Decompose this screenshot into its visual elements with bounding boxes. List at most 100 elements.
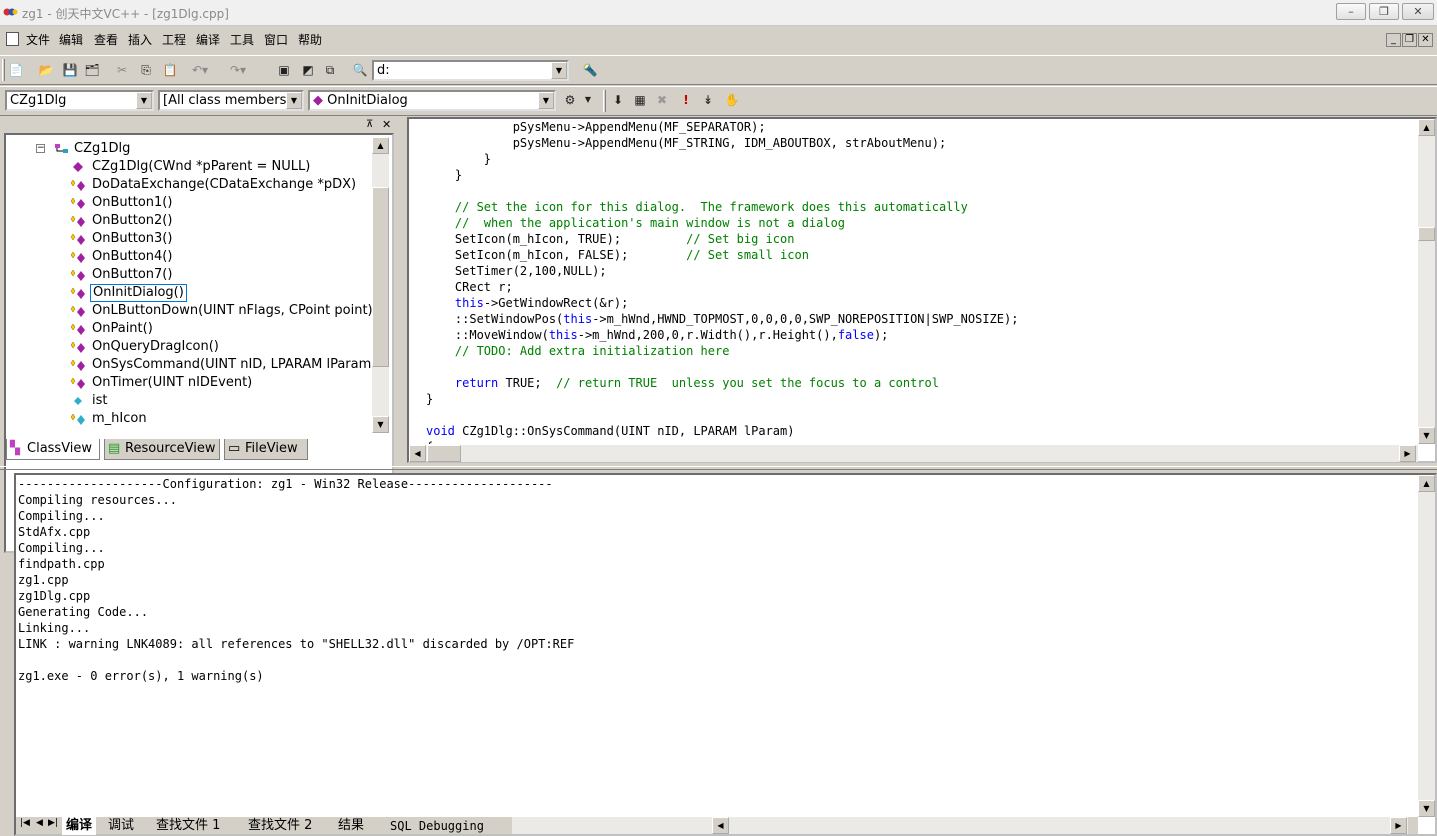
scroll-thumb[interactable] xyxy=(1418,227,1435,241)
scroll-up-icon[interactable]: ▲ xyxy=(1418,475,1435,492)
panel-pin-icon[interactable]: ⊼ xyxy=(366,119,373,130)
cut-icon[interactable]: ✂ xyxy=(112,60,132,80)
output-tab-results[interactable]: 结果 xyxy=(338,817,364,835)
code-line[interactable]: } xyxy=(426,391,1416,407)
output-tab-find1[interactable]: 查找文件 1 xyxy=(156,817,220,835)
tab-scroll-next-icon[interactable]: ▶| xyxy=(48,818,58,828)
find-combo[interactable]: d: ▼ xyxy=(372,60,569,81)
filter-combo[interactable]: [All class members] ▼ xyxy=(158,90,304,111)
output-tab-find2[interactable]: 查找文件 2 xyxy=(248,817,312,835)
scroll-down-icon[interactable]: ▼ xyxy=(1418,427,1435,444)
member-combo[interactable]: ◆ OnInitDialog ▼ xyxy=(308,90,556,111)
tree-item[interactable]: DoDataExchange(CDataExchange *pDX) xyxy=(56,176,376,194)
workspace-icon[interactable]: ▣ xyxy=(274,60,294,80)
output-text[interactable]: --------------------Configuration: zg1 -… xyxy=(18,476,1408,812)
stop-build-icon[interactable]: ✖ xyxy=(652,90,672,110)
execute-icon[interactable]: ! xyxy=(676,90,696,110)
copy-icon[interactable]: ⎘ xyxy=(136,60,156,80)
output-icon[interactable]: ◩ xyxy=(298,60,318,80)
code-editor[interactable]: pSysMenu->AppendMenu(MF_SEPARATOR); pSys… xyxy=(407,117,1437,463)
undo-icon[interactable]: ↶▾ xyxy=(190,60,210,80)
code-line[interactable]: { xyxy=(426,439,1416,444)
class-tree-scrollbar[interactable]: ▲ ▼ xyxy=(372,137,389,433)
code-line[interactable]: ::SetWindowPos(this->m_hWnd,HWND_TOPMOST… xyxy=(426,311,1416,327)
code-line[interactable]: // when the application's main window is… xyxy=(426,215,1416,231)
mdi-close-button[interactable]: ✕ xyxy=(1418,33,1433,47)
output-tab-debug[interactable]: 调试 xyxy=(108,817,134,835)
output-line[interactable]: zg1.exe - 0 error(s), 1 warning(s) xyxy=(18,668,1408,684)
menu-insert[interactable]: 插入 xyxy=(128,31,152,48)
scroll-right-icon[interactable]: ▶ xyxy=(1390,817,1407,834)
panel-close-icon[interactable]: ✕ xyxy=(382,118,391,131)
code-line[interactable]: } xyxy=(426,151,1416,167)
output-line[interactable]: zg1Dlg.cpp xyxy=(18,588,1408,604)
code-line[interactable]: SetTimer(2,100,NULL); xyxy=(426,263,1416,279)
tree-item[interactable]: OnButton4() xyxy=(56,248,376,266)
output-line[interactable]: Generating Code... xyxy=(18,604,1408,620)
tree-item[interactable]: OnSysCommand(UINT nID, LPARAM lParam) xyxy=(56,356,376,374)
scroll-down-icon[interactable]: ▼ xyxy=(372,416,389,433)
menu-file[interactable]: 文件 xyxy=(26,31,50,48)
tree-item[interactable]: OnButton7() xyxy=(56,266,376,284)
output-line[interactable]: zg1.cpp xyxy=(18,572,1408,588)
scroll-left-icon[interactable]: ◀ xyxy=(712,817,729,834)
output-line[interactable]: Compiling... xyxy=(18,540,1408,556)
open-icon[interactable]: 📂 xyxy=(36,60,56,80)
find-in-files-icon[interactable]: 🔍 xyxy=(350,60,370,80)
compile-icon[interactable]: ⬇ xyxy=(608,90,628,110)
scroll-thumb[interactable] xyxy=(372,187,389,367)
paste-icon[interactable]: 📋 xyxy=(160,60,180,80)
tree-item[interactable]: OnPaint() xyxy=(56,320,376,338)
tree-item[interactable]: OnInitDialog() xyxy=(56,284,376,302)
mdi-restore-button[interactable]: ❐ xyxy=(1402,33,1417,47)
tree-item[interactable]: ist xyxy=(56,392,376,410)
code-line[interactable]: pSysMenu->AppendMenu(MF_STRING, IDM_ABOU… xyxy=(426,135,1416,151)
chevron-down-icon[interactable]: ▼ xyxy=(136,92,152,109)
tree-item[interactable]: OnLButtonDown(UINT nFlags, CPoint point) xyxy=(56,302,376,320)
chevron-down-icon[interactable]: ▼ xyxy=(551,62,567,79)
code-line[interactable] xyxy=(426,407,1416,423)
build-icon[interactable]: ▦ xyxy=(630,90,650,110)
document-icon[interactable] xyxy=(6,32,19,46)
code-line[interactable]: return TRUE; // return TRUE unless you s… xyxy=(426,375,1416,391)
menu-tools[interactable]: 工具 xyxy=(230,31,254,48)
tree-item[interactable]: CZg1Dlg(CWnd *pParent = NULL) xyxy=(56,158,376,176)
tab-scroll-first-icon[interactable]: |◀ xyxy=(20,818,30,828)
chevron-down-icon[interactable]: ▼ xyxy=(286,92,302,109)
chevron-down-icon[interactable]: ▼ xyxy=(578,90,598,110)
mdi-minimize-button[interactable]: _ xyxy=(1386,33,1401,47)
close-button[interactable]: ✕ xyxy=(1402,3,1434,20)
tree-item[interactable]: m_hIcon xyxy=(56,410,376,428)
toolbar-grip[interactable] xyxy=(2,59,5,81)
menu-window[interactable]: 窗口 xyxy=(264,31,288,48)
output-line[interactable]: Linking... xyxy=(18,620,1408,636)
tab-classview[interactable]: ▚ ClassView xyxy=(6,439,100,460)
output-line[interactable]: findpath.cpp xyxy=(18,556,1408,572)
code-line[interactable]: // Set the icon for this dialog. The fra… xyxy=(426,199,1416,215)
code-line[interactable]: void CZg1Dlg::OnSysCommand(UINT nID, LPA… xyxy=(426,423,1416,439)
splitter[interactable] xyxy=(0,466,1437,470)
menu-view[interactable]: 查看 xyxy=(94,31,118,48)
code-text[interactable]: pSysMenu->AppendMenu(MF_SEPARATOR); pSys… xyxy=(426,119,1416,444)
output-tab-sql-debugging[interactable]: SQL Debugging xyxy=(390,817,484,835)
output-line[interactable]: Compiling... xyxy=(18,508,1408,524)
scroll-left-icon[interactable]: ◀ xyxy=(409,445,426,462)
redo-icon[interactable]: ↷▾ xyxy=(228,60,248,80)
chevron-down-icon[interactable]: ▼ xyxy=(538,92,554,109)
class-combo[interactable]: CZg1Dlg ▼ xyxy=(5,90,154,111)
code-line[interactable]: this->GetWindowRect(&r); xyxy=(426,295,1416,311)
new-text-file-icon[interactable]: 📄 xyxy=(6,60,26,80)
output-line[interactable]: StdAfx.cpp xyxy=(18,524,1408,540)
tree-root-row[interactable]: − CZg1Dlg xyxy=(36,140,376,158)
output-tab-build[interactable]: 编译 xyxy=(62,817,97,835)
menu-edit[interactable]: 编辑 xyxy=(59,31,83,48)
save-all-icon[interactable]: 🗂 xyxy=(82,60,102,80)
window-list-icon[interactable]: ⧉ xyxy=(320,60,340,80)
tab-scroll-prev-icon[interactable]: ◀ xyxy=(36,818,43,828)
tab-resourceview[interactable]: ▤ ResourceView xyxy=(104,439,220,460)
wizard-action-icon[interactable]: ⚙ xyxy=(560,90,580,110)
tab-fileview[interactable]: ▭ FileView xyxy=(224,439,308,460)
scroll-right-icon[interactable]: ▶ xyxy=(1399,445,1416,462)
tree-item[interactable]: OnButton1() xyxy=(56,194,376,212)
tree-item[interactable]: OnButton3() xyxy=(56,230,376,248)
